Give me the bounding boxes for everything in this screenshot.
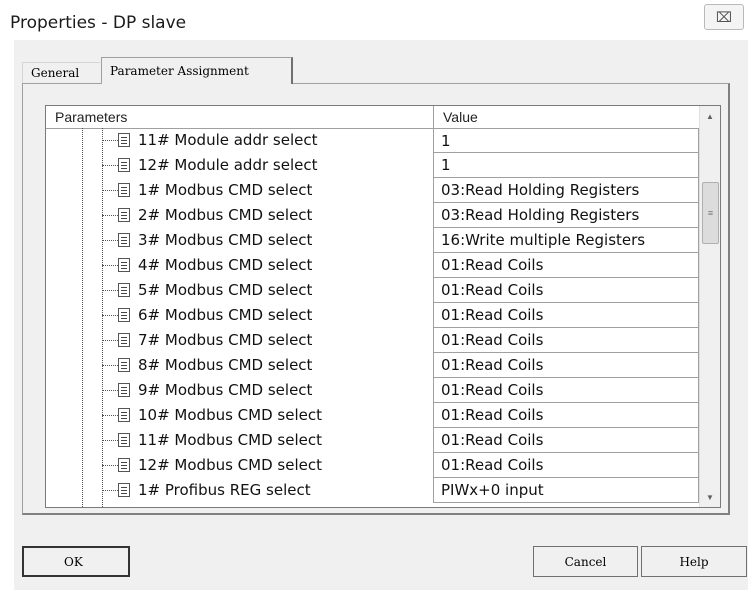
parameter-list-icon <box>118 208 130 222</box>
parameter-list-icon <box>118 308 130 322</box>
window-title: Properties - DP slave <box>10 13 187 33</box>
parameter-row[interactable]: 12# Modbus CMD select 01:Read Coils <box>46 453 700 478</box>
parameter-row[interactable]: 7# Modbus CMD select 01:Read Coils <box>46 328 700 353</box>
parameter-value[interactable]: 01:Read Coils <box>433 328 699 353</box>
tree-connector <box>102 315 118 316</box>
parameter-row[interactable]: 11# Modbus CMD select 01:Read Coils <box>46 428 700 453</box>
tree-connector <box>102 365 118 366</box>
parameter-grid: Parameters Value 11# Module addr select 1… <box>45 105 721 508</box>
parameter-name: 9# Modbus CMD select <box>138 381 313 399</box>
parameter-name: 12# Modbus CMD select <box>138 456 322 474</box>
scroll-thumb[interactable]: ≡ <box>702 182 719 244</box>
parameter-list-icon <box>118 183 130 197</box>
cancel-button[interactable]: Cancel <box>533 546 638 577</box>
parameter-name: 7# Modbus CMD select <box>138 331 313 349</box>
parameter-name: 1# Profibus REG select <box>138 481 311 499</box>
parameter-name: 12# Module addr select <box>138 156 318 174</box>
parameter-list-icon <box>118 483 130 497</box>
tree-connector <box>102 240 118 241</box>
parameter-value[interactable]: 03:Read Holding Registers <box>433 178 699 203</box>
parameter-value[interactable]: PIWx+0 input <box>433 478 699 503</box>
parameter-list-icon <box>118 408 130 422</box>
tree-connector <box>102 465 118 466</box>
parameter-list-icon <box>118 433 130 447</box>
parameter-list-icon <box>118 333 130 347</box>
parameter-name: 6# Modbus CMD select <box>138 306 313 324</box>
parameter-name: 11# Module addr select <box>138 131 318 149</box>
parameter-value[interactable]: 01:Read Coils <box>433 428 699 453</box>
parameter-row[interactable]: 11# Module addr select 1 <box>46 128 700 153</box>
parameter-name: 8# Modbus CMD select <box>138 356 313 374</box>
parameter-list-icon <box>118 133 130 147</box>
parameter-name: 4# Modbus CMD select <box>138 256 313 274</box>
scroll-up-icon[interactable]: ▲ <box>700 106 720 126</box>
close-icon: ⌧ <box>715 8 733 25</box>
parameter-list-icon <box>118 233 130 247</box>
parameter-list-icon <box>118 358 130 372</box>
parameter-value[interactable]: 01:Read Coils <box>433 253 699 278</box>
tree-connector <box>102 415 118 416</box>
parameter-row[interactable]: 1# Modbus CMD select 03:Read Holding Regi… <box>46 178 700 203</box>
parameter-list-icon <box>118 283 130 297</box>
parameter-value[interactable]: 16:Write multiple Registers <box>433 228 699 253</box>
parameter-value[interactable]: 1 <box>433 128 699 153</box>
parameter-row[interactable]: 3# Modbus CMD select 16:Write multiple Re… <box>46 228 700 253</box>
parameter-value[interactable]: 01:Read Coils <box>433 378 699 403</box>
parameter-list-icon <box>118 158 130 172</box>
parameter-value[interactable]: 01:Read Coils <box>433 453 699 478</box>
tree-connector <box>102 290 118 291</box>
tree-connector <box>102 190 118 191</box>
parameter-value[interactable]: 03:Read Holding Registers <box>433 203 699 228</box>
tree-connector <box>102 140 118 141</box>
parameter-list-icon <box>118 458 130 472</box>
parameter-name: 2# Modbus CMD select <box>138 206 313 224</box>
parameter-row[interactable]: 5# Modbus CMD select 01:Read Coils <box>46 278 700 303</box>
parameter-row[interactable]: 6# Modbus CMD select 01:Read Coils <box>46 303 700 328</box>
close-button[interactable]: ⌧ <box>704 4 744 30</box>
parameter-row[interactable]: 9# Modbus CMD select 01:Read Coils <box>46 378 700 403</box>
help-button[interactable]: Help <box>641 546 747 577</box>
tree-connector <box>102 165 118 166</box>
tab-parameter-assignment[interactable]: Parameter Assignment <box>101 57 293 84</box>
parameter-row[interactable]: 8# Modbus CMD select 01:Read Coils <box>46 353 700 378</box>
parameter-name: 3# Modbus CMD select <box>138 231 313 249</box>
tree-connector <box>102 440 118 441</box>
tree-connector <box>102 265 118 266</box>
parameter-value[interactable]: 01:Read Coils <box>433 353 699 378</box>
parameter-name: 1# Modbus CMD select <box>138 181 313 199</box>
parameter-name: 11# Modbus CMD select <box>138 431 322 449</box>
column-header-value[interactable]: Value <box>443 109 478 125</box>
column-divider[interactable] <box>433 106 434 128</box>
column-header-parameters[interactable]: Parameters <box>55 109 127 125</box>
grip-icon: ≡ <box>707 208 714 218</box>
tree-connector <box>102 390 118 391</box>
parameter-list-icon <box>118 383 130 397</box>
parameter-value[interactable]: 01:Read Coils <box>433 403 699 428</box>
parameter-name: 5# Modbus CMD select <box>138 281 313 299</box>
parameter-name: 10# Modbus CMD select <box>138 406 322 424</box>
parameter-row[interactable]: 12# Module addr select 1 <box>46 153 700 178</box>
parameter-row[interactable]: 2# Modbus CMD select 03:Read Holding Regi… <box>46 203 700 228</box>
vertical-scrollbar[interactable]: ▲ ≡ ▼ <box>699 106 720 507</box>
tree-connector <box>102 340 118 341</box>
parameter-row[interactable]: 4# Modbus CMD select 01:Read Coils <box>46 253 700 278</box>
parameter-value[interactable]: 01:Read Coils <box>433 278 699 303</box>
parameter-list-icon <box>118 258 130 272</box>
parameter-rows: 11# Module addr select 1 12# Module addr s… <box>46 128 700 503</box>
parameter-row[interactable]: 1# Profibus REG select PIWx+0 input <box>46 478 700 503</box>
tree-connector <box>102 490 118 491</box>
parameter-value[interactable]: 01:Read Coils <box>433 303 699 328</box>
parameter-value[interactable]: 1 <box>433 153 699 178</box>
tab-general[interactable]: General <box>22 62 100 83</box>
parameter-row[interactable]: 10# Modbus CMD select 01:Read Coils <box>46 403 700 428</box>
scroll-down-icon[interactable]: ▼ <box>700 487 720 507</box>
tree-connector <box>102 215 118 216</box>
ok-button[interactable]: OK <box>22 546 130 577</box>
grid-header: Parameters Value <box>46 106 700 129</box>
